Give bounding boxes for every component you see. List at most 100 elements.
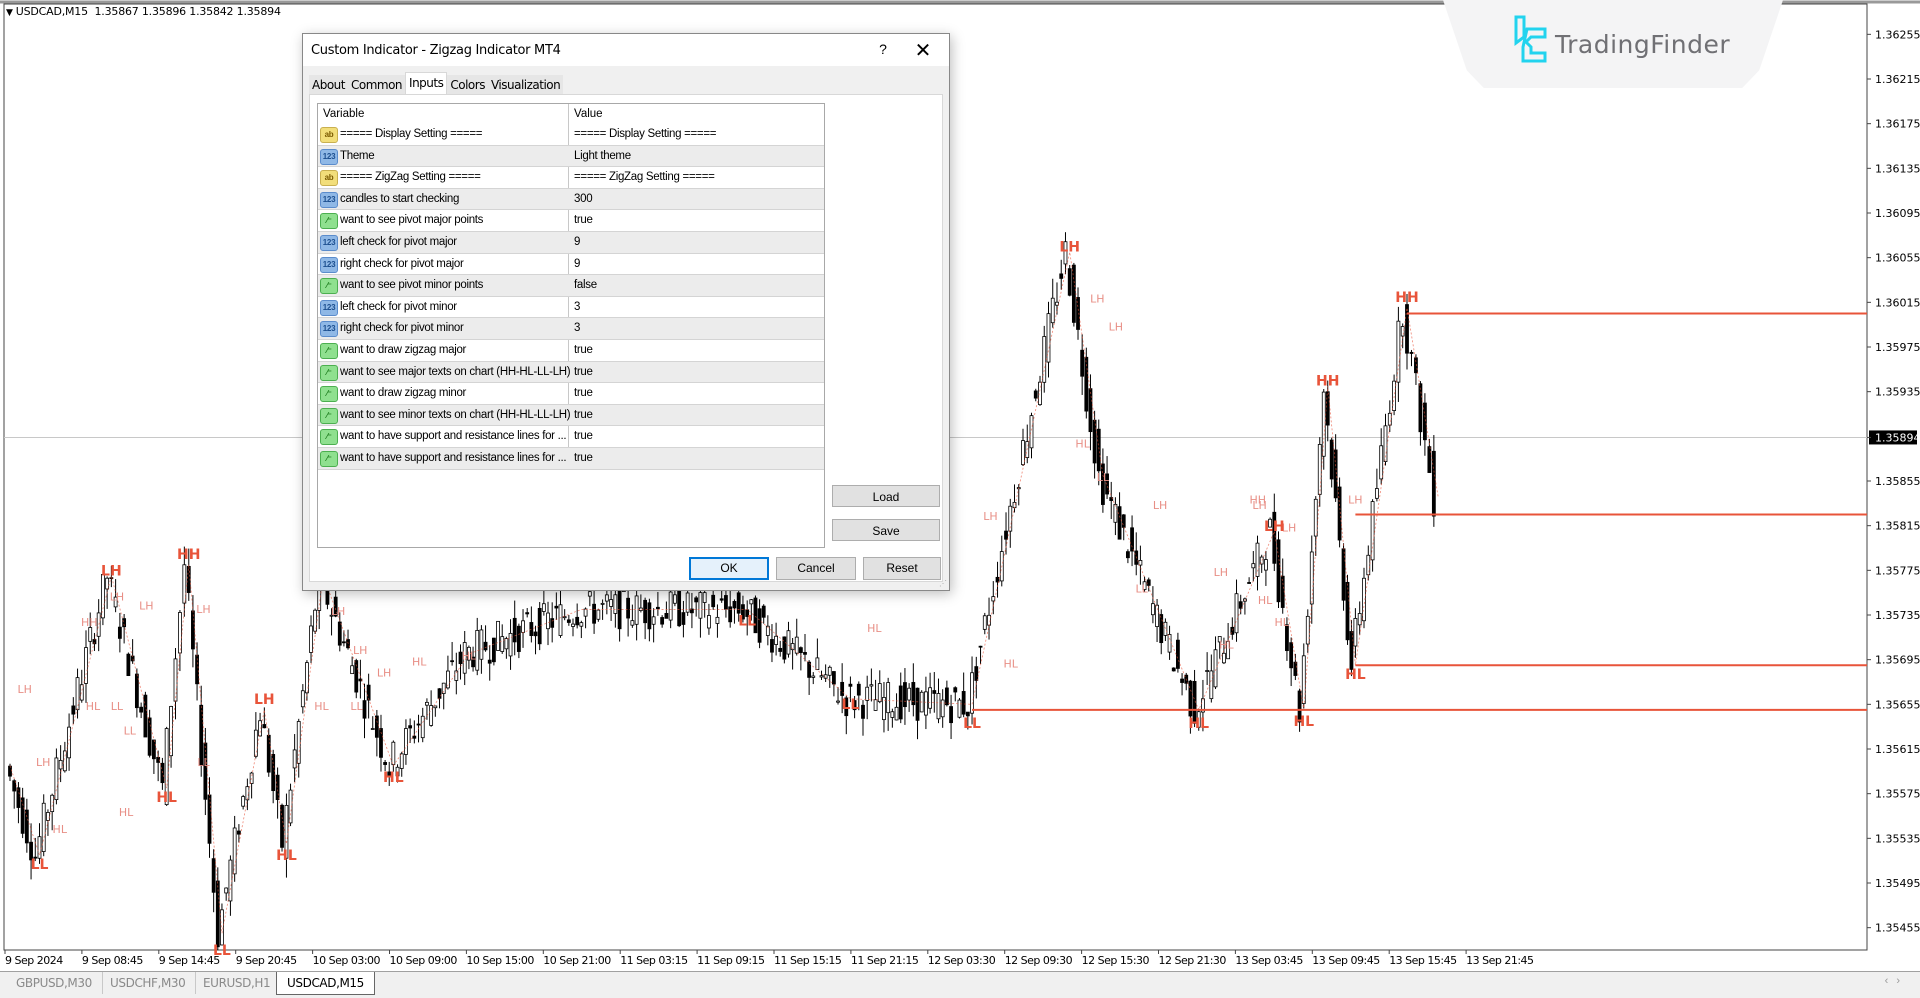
chart-tab-usdchf[interactable]: USDCHF,M30 bbox=[100, 972, 197, 994]
ok-button[interactable]: OK bbox=[689, 557, 769, 580]
candle-body bbox=[861, 704, 865, 719]
input-value[interactable]: ===== Display Setting ===== bbox=[574, 128, 716, 140]
chart-tab-eurusd[interactable]: EURUSD,H1 bbox=[193, 972, 282, 994]
major-pivot-label: LL bbox=[213, 943, 231, 959]
input-value[interactable]: true bbox=[574, 344, 593, 356]
input-row[interactable]: ⁄⁻ want to see pivot major points true bbox=[318, 210, 824, 232]
input-row[interactable]: 123 candles to start checking 300 bbox=[318, 188, 824, 211]
input-row[interactable]: 123 left check for pivot minor 3 bbox=[318, 297, 824, 319]
tab-scroll-arrows[interactable]: ‹› bbox=[1885, 975, 1908, 987]
input-value[interactable]: 3 bbox=[574, 301, 580, 313]
input-variable: Theme bbox=[340, 149, 375, 162]
tradingfinder-logo-icon bbox=[1514, 15, 1547, 63]
input-value[interactable]: true bbox=[574, 452, 593, 464]
dialog-titlebar[interactable]: Custom Indicator - Zigzag Indicator MT4 … bbox=[303, 34, 949, 66]
minor-pivot-label: HL bbox=[1075, 438, 1090, 451]
tab-visualization[interactable]: Visualization bbox=[487, 75, 564, 94]
candle-body bbox=[173, 658, 178, 702]
price-axis-label: 1.36055 bbox=[1875, 252, 1920, 265]
ohlc-values: 1.35867 1.35896 1.35842 1.35894 bbox=[94, 5, 281, 18]
scroll-right-icon[interactable]: › bbox=[1896, 975, 1908, 987]
price-chart[interactable]: 1.36255 1.36215 1.36175 1.36135 1.36095 1.360… bbox=[0, 0, 1920, 997]
input-value[interactable]: 9 bbox=[574, 258, 580, 270]
input-value[interactable]: true bbox=[574, 387, 593, 399]
input-value[interactable]: 3 bbox=[574, 322, 580, 334]
candle-body bbox=[525, 612, 530, 615]
input-row[interactable]: 123 Theme Light theme bbox=[318, 145, 824, 168]
time-axis-label: 13 Sep 15:45 bbox=[1389, 954, 1457, 967]
candle-body bbox=[770, 639, 774, 653]
input-value[interactable]: false bbox=[574, 279, 597, 291]
input-value[interactable]: true bbox=[574, 366, 593, 378]
number-type-icon: 123 bbox=[320, 256, 338, 273]
input-value[interactable]: 9 bbox=[574, 236, 580, 248]
dropdown-triangle-icon[interactable]: ▼ bbox=[6, 8, 13, 18]
tab-about[interactable]: About bbox=[309, 75, 348, 94]
input-variable: want to see pivot minor points bbox=[340, 279, 484, 292]
input-value[interactable]: ===== ZigZag Setting ===== bbox=[574, 171, 715, 183]
candle-body bbox=[974, 666, 979, 681]
chart-canvas[interactable]: 1.36255 1.36215 1.36175 1.36135 1.36095 1.360… bbox=[0, 0, 1920, 997]
input-value[interactable]: true bbox=[574, 214, 593, 226]
input-row[interactable]: ab ===== ZigZag Setting ===== ===== ZigZag… bbox=[318, 167, 824, 189]
chart-tab-usdcad[interactable]: USDCAD,M15 bbox=[276, 972, 375, 995]
candle-body bbox=[178, 612, 182, 654]
candle-body bbox=[496, 620, 500, 651]
input-row[interactable]: 123 left check for pivot major 9 bbox=[318, 231, 824, 254]
input-row[interactable]: 123 right check for pivot minor 3 bbox=[318, 318, 824, 340]
scroll-left-icon[interactable]: ‹ bbox=[1885, 975, 1897, 987]
minor-pivot-label: HL bbox=[1258, 594, 1273, 607]
save-button[interactable]: Save bbox=[832, 519, 940, 541]
column-header-value[interactable]: Value bbox=[574, 108, 603, 120]
candle-body bbox=[75, 677, 80, 711]
candle-body bbox=[604, 594, 609, 602]
candle-body bbox=[241, 796, 246, 807]
candle-body bbox=[105, 577, 110, 590]
input-row[interactable]: ⁄⁻ want to draw zigzag minor true bbox=[318, 383, 824, 405]
candle-body bbox=[79, 684, 84, 701]
minor-pivot-label: HL bbox=[119, 806, 134, 819]
input-row[interactable]: ⁄⁻ want to see minor texts on chart (HH-H… bbox=[318, 404, 824, 427]
resize-grip-icon[interactable]: ⋰ bbox=[939, 579, 947, 588]
input-row[interactable]: ⁄⁻ want to have support and resistance li… bbox=[318, 426, 824, 448]
input-value[interactable]: true bbox=[574, 409, 593, 421]
load-button[interactable]: Load bbox=[832, 485, 940, 507]
candle-body bbox=[191, 610, 195, 650]
number-type-icon: 123 bbox=[320, 234, 338, 251]
input-row[interactable]: ⁄⁻ want to draw zigzag major true bbox=[318, 340, 824, 362]
input-value[interactable]: true bbox=[574, 430, 593, 442]
input-row[interactable]: ⁄⁻ want to see pivot minor points false bbox=[318, 275, 824, 297]
candle-body bbox=[117, 626, 122, 639]
candle-body bbox=[707, 615, 711, 629]
tab-inputs[interactable]: Inputs bbox=[405, 72, 448, 94]
candle-body bbox=[399, 753, 404, 769]
input-row[interactable]: 123 right check for pivot major 9 bbox=[318, 254, 824, 276]
candle-body bbox=[391, 741, 396, 766]
candle-body bbox=[1251, 563, 1256, 569]
reset-button[interactable]: Reset bbox=[863, 557, 941, 580]
major-pivot-label: LL bbox=[738, 613, 756, 629]
price-axis-label: 1.35615 bbox=[1875, 743, 1920, 756]
candle-body bbox=[309, 625, 313, 653]
chart-tab-gbpusd[interactable]: GBPUSD,M30 bbox=[6, 972, 103, 994]
input-value[interactable]: Light theme bbox=[574, 150, 631, 162]
input-row[interactable]: ⁄⁻ want to have support and resistance li… bbox=[318, 447, 824, 470]
candle-body bbox=[1405, 304, 1409, 354]
candle-body bbox=[886, 682, 891, 714]
input-row[interactable]: ab ===== Display Setting ===== ===== Displ… bbox=[318, 124, 824, 146]
input-row[interactable]: ⁄⁻ want to see major texts on chart (HH-H… bbox=[318, 361, 824, 384]
candle-body bbox=[1067, 268, 1072, 296]
cancel-button[interactable]: Cancel bbox=[776, 557, 856, 580]
help-button[interactable]: ? bbox=[873, 41, 893, 57]
input-value[interactable]: 300 bbox=[574, 193, 593, 205]
close-button[interactable]: ✕ bbox=[911, 38, 935, 63]
column-header-variable[interactable]: Variable bbox=[323, 108, 364, 120]
candle-body bbox=[1366, 554, 1371, 576]
boolean-type-icon: ⁄⁻ bbox=[320, 278, 338, 295]
candle-body bbox=[970, 672, 974, 714]
time-axis-label: 13 Sep 03:45 bbox=[1235, 954, 1303, 967]
candle-body bbox=[924, 691, 928, 716]
tab-common[interactable]: Common bbox=[347, 75, 406, 94]
candle-body bbox=[1379, 445, 1384, 480]
tab-colors[interactable]: Colors bbox=[447, 75, 488, 94]
